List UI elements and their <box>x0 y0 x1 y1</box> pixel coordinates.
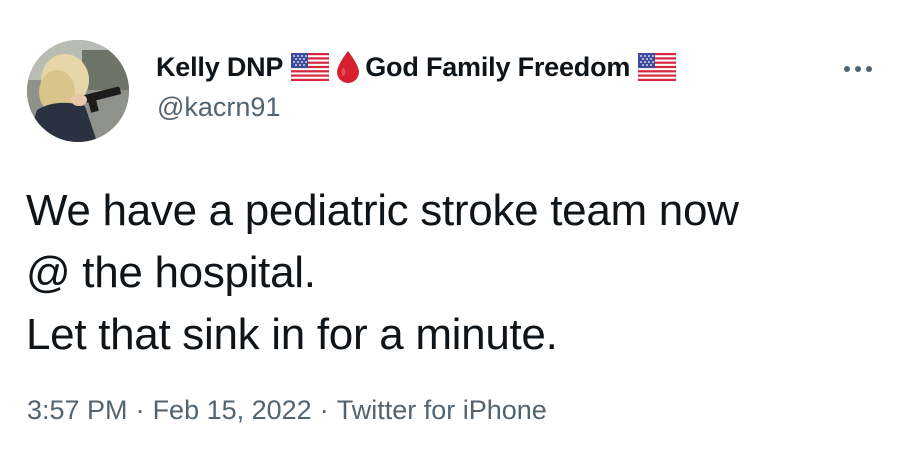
tweet-text-line: We have a pediatric stroke team now <box>26 186 739 235</box>
separator-dot: · <box>319 395 329 425</box>
more-dot <box>855 66 861 72</box>
tweet-text: We have a pediatric stroke team now @ th… <box>26 180 886 366</box>
more-options-icon[interactable] <box>836 54 880 84</box>
display-name[interactable]: Kelly DNP God Family Freedom <box>156 50 682 84</box>
us-flag-icon <box>291 53 330 81</box>
tweet-source[interactable]: Twitter for iPhone <box>337 395 547 425</box>
tweet-date[interactable]: Feb 15, 2022 <box>153 395 312 425</box>
tweet-card: Kelly DNP God Family Freedom @kacrn91 We… <box>0 0 900 453</box>
tweet-text-line: Let that sink in for a minute. <box>26 310 558 359</box>
avatar[interactable] <box>27 40 129 142</box>
more-dot <box>866 66 872 72</box>
tweet-metadata: 3:57 PM · Feb 15, 2022 · Twitter for iPhone <box>27 395 547 426</box>
display-name-part-2[interactable]: God Family Freedom <box>365 52 630 83</box>
separator-dot: · <box>135 395 145 425</box>
us-flag-icon <box>638 53 677 81</box>
blood-drop-icon <box>335 50 361 84</box>
more-dot <box>844 66 850 72</box>
display-name-part-1[interactable]: Kelly DNP <box>156 52 283 83</box>
tweet-time[interactable]: 3:57 PM <box>27 395 128 425</box>
user-handle[interactable]: @kacrn91 <box>157 92 280 123</box>
tweet-text-line: @ the hospital. <box>26 248 316 297</box>
